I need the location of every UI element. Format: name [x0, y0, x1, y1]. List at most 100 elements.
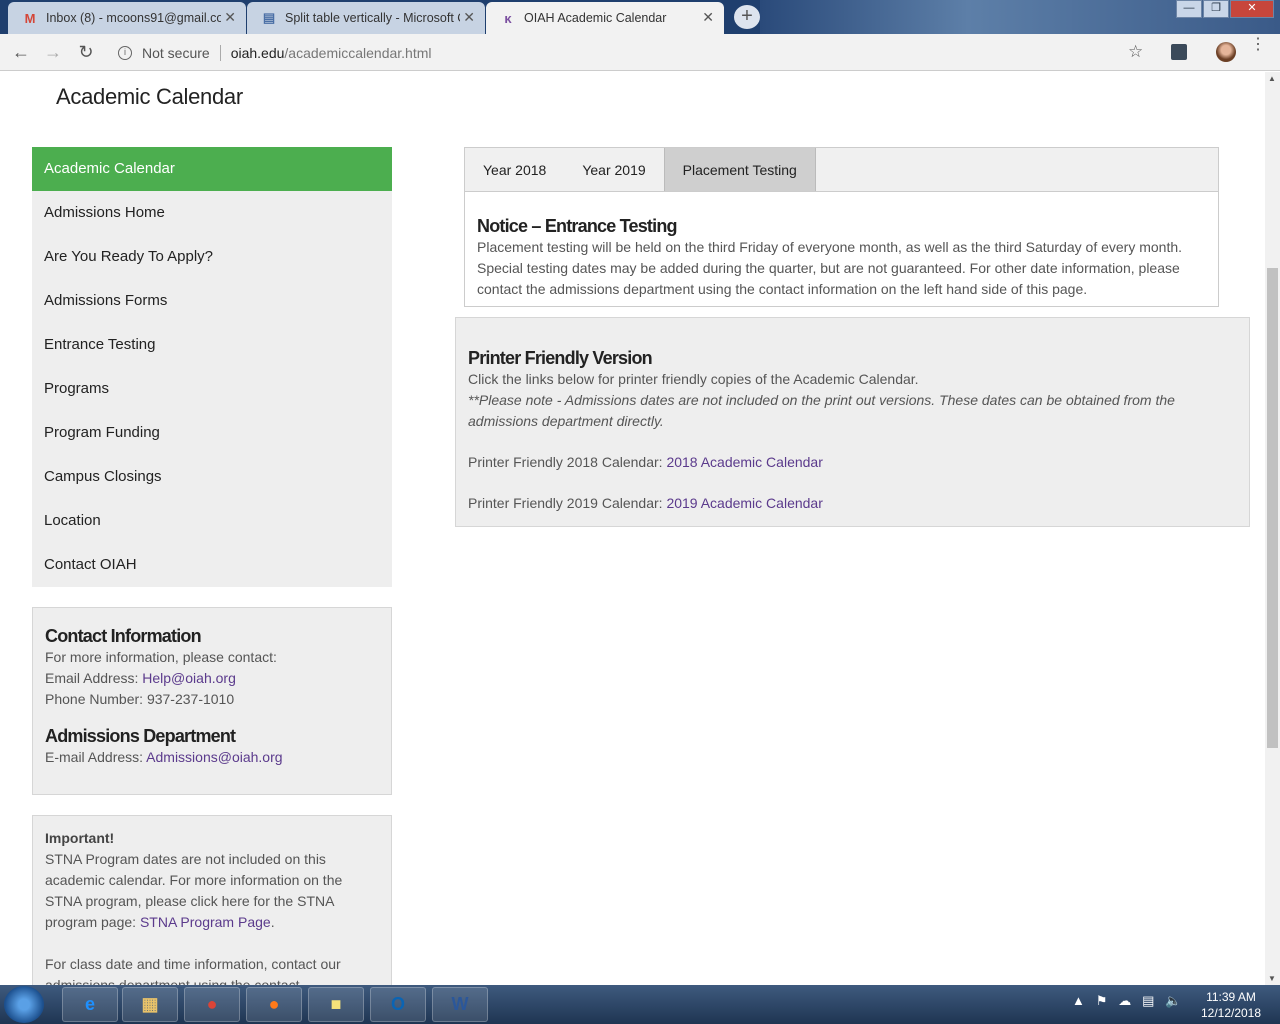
windows-taskbar: e ▦ ● ● ■ O W ▲ ⚑ ☁ ▤ 🔈 11:39 AM 12/12/2018 — [0, 985, 1280, 1024]
printer-intro: Click the links below for printer friend… — [468, 371, 919, 387]
system-tray: ▲ ⚑ ☁ ▤ 🔈 — [1072, 993, 1181, 1009]
sidenav-item[interactable]: Admissions Forms — [32, 279, 392, 323]
sidenav-item[interactable]: Campus Closings — [32, 455, 392, 499]
gmail-icon: M — [24, 10, 36, 26]
important-heading: Important! — [45, 830, 115, 846]
new-tab-button[interactable]: + — [734, 5, 760, 29]
printer-heading: Printer Friendly Version — [468, 348, 653, 368]
sticky-notes-icon[interactable]: ■ — [308, 987, 364, 1022]
printer-line-2019: Printer Friendly 2019 Calendar: 2019 Aca… — [468, 493, 1237, 514]
contact-intro: For more information, please contact: — [45, 649, 277, 665]
stna-program-link[interactable]: STNA Program Page — [140, 914, 271, 930]
side-navigation: Academic Calendar Admissions Home Are You … — [32, 147, 392, 587]
firefox-icon[interactable]: ● — [246, 987, 302, 1022]
calendar-tabs-panel: Year 2018 Year 2019 Placement Testing Noti… — [464, 147, 1219, 307]
browser-tab-strip: M Inbox (8) - mcoons91@gmail.com ✕ ▤ Split t… — [0, 0, 1280, 34]
sidenav-item[interactable]: Admissions Home — [32, 191, 392, 235]
forward-icon[interactable]: → — [42, 42, 64, 64]
page-content: Academic Calendar Academic Calendar Admis… — [0, 72, 1265, 985]
volume-icon[interactable]: 🔈 — [1165, 993, 1181, 1008]
site-icon: κ — [504, 10, 512, 26]
tab-close-icon[interactable]: ✕ — [463, 9, 475, 26]
sidenav-item[interactable]: Programs — [32, 367, 392, 411]
window-close-button[interactable]: ✕ — [1230, 0, 1274, 18]
printer-line-2018: Printer Friendly 2018 Calendar: 2018 Aca… — [468, 452, 1237, 473]
browser-tab[interactable]: M Inbox (8) - mcoons91@gmail.com ✕ — [8, 2, 246, 34]
browser-tab[interactable]: κ OIAH Academic Calendar ✕ — [486, 2, 724, 34]
sidenav-item[interactable]: Program Funding — [32, 411, 392, 455]
back-icon[interactable]: ← — [10, 42, 32, 64]
page-title: Academic Calendar — [56, 84, 243, 109]
window-controls: — ❐ ✕ — [1175, 0, 1274, 18]
dept-email-line: E-mail Address: Admissions@oiah.org — [45, 747, 379, 768]
address-domain: oiah.edu — [230, 45, 285, 61]
tab-close-icon[interactable]: ✕ — [702, 9, 714, 26]
calendar-2018-link[interactable]: 2018 Academic Calendar — [666, 454, 822, 470]
contact-phone: Phone Number: 937-237-1010 — [45, 691, 235, 707]
browser-toolbar: ← → ↻ i Not secure oiah.edu /academiccal… — [0, 34, 1280, 71]
email-link[interactable]: Help@oiah.org — [142, 670, 236, 686]
extension-icon[interactable] — [1171, 44, 1187, 60]
browser-tab-title: OIAH Academic Calendar — [524, 11, 667, 25]
printer-note: **Please note - Admissions dates are not… — [468, 392, 1175, 429]
browser-tab[interactable]: ▤ Split table vertically - Microsoft C ✕ — [247, 2, 485, 34]
address-separator — [219, 45, 221, 61]
address-bar[interactable]: i Not secure oiah.edu /academiccalendar.… — [108, 39, 1156, 67]
printer-2019-label: Printer Friendly 2019 Calendar: — [468, 495, 667, 511]
scroll-down-icon[interactable]: ▼ — [1268, 974, 1276, 983]
sidenav-item[interactable]: Location — [32, 499, 392, 543]
important-text: STNA Program dates are not included on t… — [45, 849, 379, 933]
contact-box: Contact Information For more information… — [32, 607, 392, 795]
calendar-2019-link[interactable]: 2019 Academic Calendar — [666, 495, 822, 511]
security-label: Not secure — [142, 45, 210, 61]
internet-explorer-icon[interactable]: e — [62, 987, 118, 1022]
info-icon[interactable]: i — [118, 46, 132, 60]
dept-email-link[interactable]: Admissions@oiah.org — [146, 749, 282, 765]
calendar-tab[interactable]: Placement Testing — [663, 148, 816, 191]
tab-content: Notice – Entrance Testing Placement test… — [465, 192, 1218, 310]
sidenav-item[interactable]: Contact OIAH — [32, 543, 392, 587]
printer-friendly-box: Printer Friendly Version Click the links… — [455, 317, 1250, 527]
browser-tab-title: Inbox (8) - mcoons91@gmail.com — [46, 11, 221, 25]
start-button[interactable] — [4, 986, 44, 1023]
clock-date: 12/12/2018 — [1200, 1006, 1262, 1020]
contact-heading: Contact Information — [45, 626, 202, 646]
sidenav-item[interactable]: Entrance Testing — [32, 323, 392, 367]
system-clock[interactable]: 11:39 AM 12/12/2018 — [1196, 989, 1266, 1021]
minimize-button[interactable]: — — [1176, 0, 1202, 18]
clock-time: 11:39 AM — [1206, 990, 1256, 1004]
bookmark-star-icon[interactable]: ☆ — [1128, 42, 1143, 62]
file-explorer-icon[interactable]: ▦ — [122, 987, 178, 1022]
action-center-flag-icon[interactable]: ⚑ — [1096, 993, 1108, 1008]
calendar-tab[interactable]: Year 2018 — [465, 148, 564, 191]
show-hidden-icons-icon[interactable]: ▲ — [1072, 993, 1085, 1008]
scroll-up-icon[interactable]: ▲ — [1268, 74, 1276, 83]
reload-icon[interactable]: ↻ — [75, 42, 97, 64]
important-text-2: For class date and time information, con… — [45, 956, 341, 985]
contact-email-line: Email Address: Help@oiah.org — [45, 668, 379, 689]
tab-close-icon[interactable]: ✕ — [224, 9, 236, 26]
chrome-icon[interactable]: ● — [184, 987, 240, 1022]
word-icon[interactable]: W — [432, 987, 488, 1022]
outlook-icon[interactable]: O — [370, 987, 426, 1022]
network-icon[interactable]: ▤ — [1142, 993, 1154, 1008]
notice-heading: Notice – Entrance Testing — [477, 216, 678, 236]
calendar-tab[interactable]: Year 2019 — [564, 148, 663, 191]
profile-avatar[interactable] — [1216, 42, 1236, 62]
dept-heading: Admissions Department — [45, 726, 236, 746]
sidenav-item[interactable]: Are You Ready To Apply? — [32, 235, 392, 279]
maximize-button[interactable]: ❐ — [1203, 0, 1229, 18]
chrome-menu-icon[interactable]: ⋮ — [1250, 37, 1266, 53]
sidenav-item[interactable]: Academic Calendar — [32, 147, 392, 191]
browser-tab-title: Split table vertically - Microsoft C — [285, 11, 460, 25]
printer-2018-label: Printer Friendly 2018 Calendar: — [468, 454, 667, 470]
dept-email-label: E-mail Address: — [45, 749, 147, 765]
notice-body: Placement testing will be held on the th… — [477, 239, 1183, 297]
page-scrollbar[interactable]: ▲ ▼ — [1265, 72, 1280, 985]
scrollbar-thumb[interactable] — [1267, 268, 1278, 748]
onedrive-cloud-icon[interactable]: ☁ — [1118, 993, 1131, 1008]
important-text-end: . — [270, 914, 275, 930]
